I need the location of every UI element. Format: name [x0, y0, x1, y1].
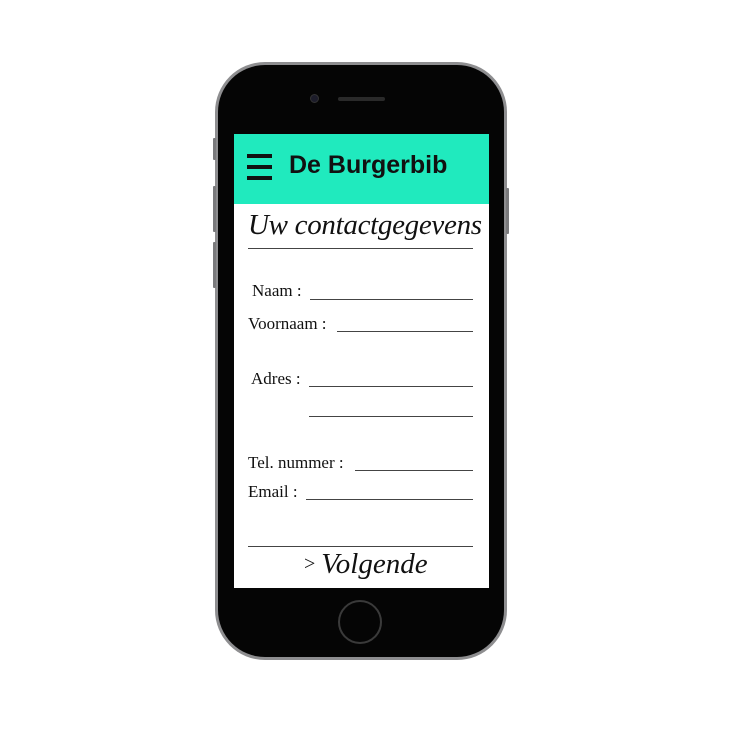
silent-switch: [213, 138, 216, 160]
adres-field-line-1[interactable]: [309, 386, 473, 387]
tel-field[interactable]: [355, 470, 473, 471]
adres-label: Adres :: [251, 369, 301, 388]
voornaam-field[interactable]: [337, 331, 473, 332]
app-title: De Burgerbib: [289, 151, 448, 179]
email-field[interactable]: [306, 499, 473, 500]
phone-screen: De Burgerbib Uw contactgegevens Naam : V…: [234, 134, 489, 588]
next-button-label: Volgende: [321, 548, 428, 580]
volume-up-button: [213, 186, 216, 232]
speaker-grille: [338, 97, 385, 101]
email-label: Email :: [248, 482, 298, 501]
naam-label: Naam :: [252, 281, 302, 300]
adres-field-line-2[interactable]: [309, 416, 473, 417]
hamburger-menu-icon[interactable]: [247, 154, 272, 181]
voornaam-label: Voornaam :: [248, 314, 327, 333]
title-divider: [248, 248, 473, 249]
app-header: De Burgerbib: [234, 134, 489, 204]
tel-label: Tel. nummer :: [248, 453, 344, 472]
volume-down-button: [213, 242, 216, 288]
naam-field[interactable]: [310, 299, 473, 300]
power-button: [506, 188, 509, 234]
page-title: Uw contactgegevens: [248, 209, 482, 241]
next-arrow-icon: >: [304, 553, 316, 575]
footer-divider: [248, 546, 473, 547]
camera-icon: [310, 94, 319, 103]
home-button[interactable]: [338, 600, 382, 644]
next-button[interactable]: > Volgende: [304, 548, 428, 581]
